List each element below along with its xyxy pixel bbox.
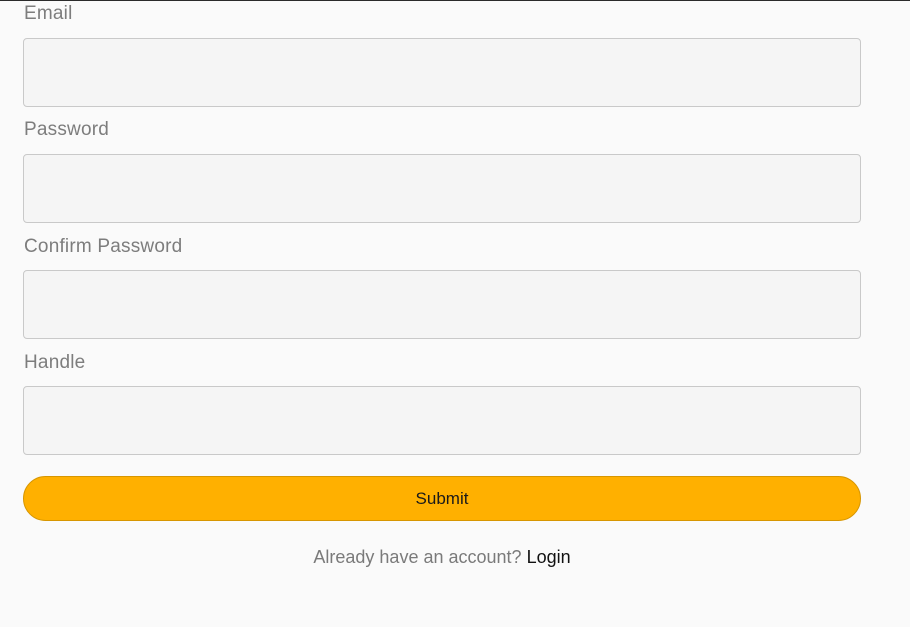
login-link[interactable]: Login	[527, 547, 571, 567]
login-prompt-text: Already have an account?	[313, 547, 522, 567]
handle-label: Handle	[24, 352, 86, 373]
submit-button[interactable]: Submit	[23, 476, 861, 521]
confirm-password-label: Confirm Password	[24, 236, 183, 257]
email-label: Email	[24, 3, 73, 24]
confirm-password-field[interactable]	[23, 270, 861, 339]
password-label: Password	[24, 119, 110, 140]
password-field[interactable]	[23, 154, 861, 223]
email-field[interactable]	[23, 38, 861, 107]
handle-field[interactable]	[23, 386, 861, 455]
login-prompt: Already have an account? Login	[23, 545, 861, 569]
